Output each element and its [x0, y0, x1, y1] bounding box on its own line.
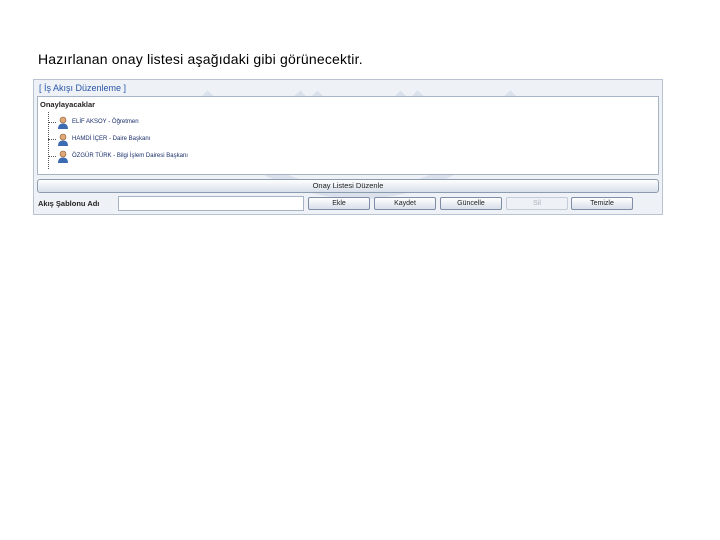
- slide-caption: Hazırlanan onay listesi aşağıdaki gibi g…: [38, 51, 363, 67]
- approvers-label: Onaylayacaklar: [40, 100, 96, 109]
- clear-button[interactable]: Temizle: [571, 197, 633, 210]
- tree-branch: [48, 121, 56, 123]
- approver-item[interactable]: ELİF AKSOY - Öğretmen: [48, 114, 139, 130]
- delete-button[interactable]: Sil: [506, 197, 568, 210]
- template-name-label: Akış Şablonu Adı: [38, 199, 100, 208]
- user-icon: [58, 116, 68, 129]
- user-icon: [58, 133, 68, 146]
- approver-name: ELİF AKSOY - Öğretmen: [72, 119, 139, 125]
- add-button[interactable]: Ekle: [308, 197, 370, 210]
- tree-branch: [48, 155, 56, 157]
- save-button[interactable]: Kaydet: [374, 197, 436, 210]
- window-title: [ İş Akışı Düzenleme ]: [39, 83, 127, 93]
- approver-name: HAMDİ İÇER - Daire Başkanı: [72, 136, 151, 142]
- approver-item[interactable]: ÖZGÜR TÜRK - Bilgi İşlem Dairesi Başkanı: [48, 148, 188, 164]
- template-bar: Akış Şablonu Adı Ekle Kaydet Güncelle Si…: [36, 196, 660, 212]
- tree-branch: [48, 138, 56, 140]
- approvers-panel: Onaylayacaklar ELİF AKSOY - Öğretmen HAM…: [37, 96, 659, 175]
- approver-name: ÖZGÜR TÜRK - Bilgi İşlem Dairesi Başkanı: [72, 153, 188, 159]
- update-button[interactable]: Güncelle: [440, 197, 502, 210]
- user-icon: [58, 150, 68, 163]
- approver-item[interactable]: HAMDİ İÇER - Daire Başkanı: [48, 131, 150, 147]
- template-name-input[interactable]: [118, 196, 304, 211]
- arrange-list-button[interactable]: Onay Listesi Düzenle: [37, 179, 659, 193]
- workflow-window: [ İş Akışı Düzenleme ] Onaylayacaklar EL…: [33, 79, 663, 215]
